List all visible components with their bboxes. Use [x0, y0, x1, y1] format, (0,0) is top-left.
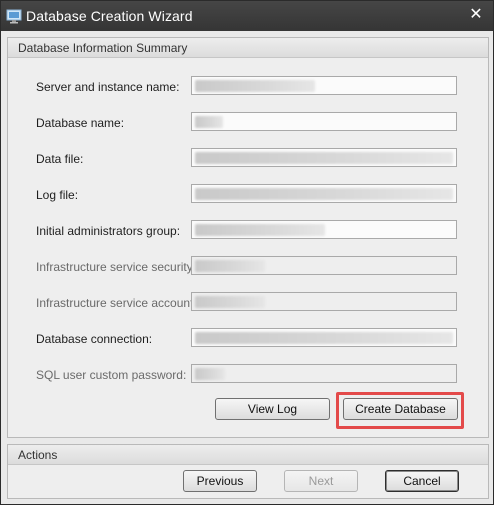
monitor-icon — [6, 8, 22, 24]
label-log-file: Log file: — [36, 188, 79, 202]
summary-group-header: Database Information Summary — [8, 38, 488, 58]
sql-password-field — [191, 364, 457, 383]
view-log-button[interactable]: View Log — [215, 398, 330, 420]
title-bar[interactable]: Database Creation Wizard ✕ — [1, 1, 493, 31]
label-sql-password: SQL user custom password: — [36, 368, 187, 382]
infra-security-field — [191, 256, 457, 275]
infra-account-field — [191, 292, 457, 311]
server-instance-field[interactable] — [191, 76, 457, 95]
actions-group-title: Actions — [18, 448, 58, 462]
label-admin-group: Initial administrators group: — [36, 224, 181, 238]
label-infra-account: Infrastructure service account: — [36, 296, 197, 310]
log-file-field[interactable] — [191, 184, 457, 203]
next-button[interactable]: Next — [284, 470, 358, 492]
wizard-window: Database Creation Wizard ✕ Database Info… — [0, 0, 494, 505]
label-database-name: Database name: — [36, 116, 125, 130]
label-server-instance: Server and instance name: — [36, 80, 180, 94]
admin-group-field[interactable] — [191, 220, 457, 239]
label-infra-security: Infrastructure service security: — [36, 260, 197, 274]
window-title: Database Creation Wizard — [26, 8, 193, 24]
summary-group-title: Database Information Summary — [18, 41, 188, 55]
database-name-field[interactable] — [191, 112, 457, 131]
actions-group-header: Actions — [8, 445, 488, 465]
label-data-file: Data file: — [36, 152, 84, 166]
close-icon[interactable]: ✕ — [465, 4, 487, 26]
previous-button[interactable]: Previous — [183, 470, 257, 492]
db-connection-field[interactable] — [191, 328, 457, 347]
create-database-button[interactable]: Create Database — [343, 398, 458, 420]
label-db-connection: Database connection: — [36, 332, 153, 346]
data-file-field[interactable] — [191, 148, 457, 167]
cancel-button[interactable]: Cancel — [385, 470, 459, 492]
